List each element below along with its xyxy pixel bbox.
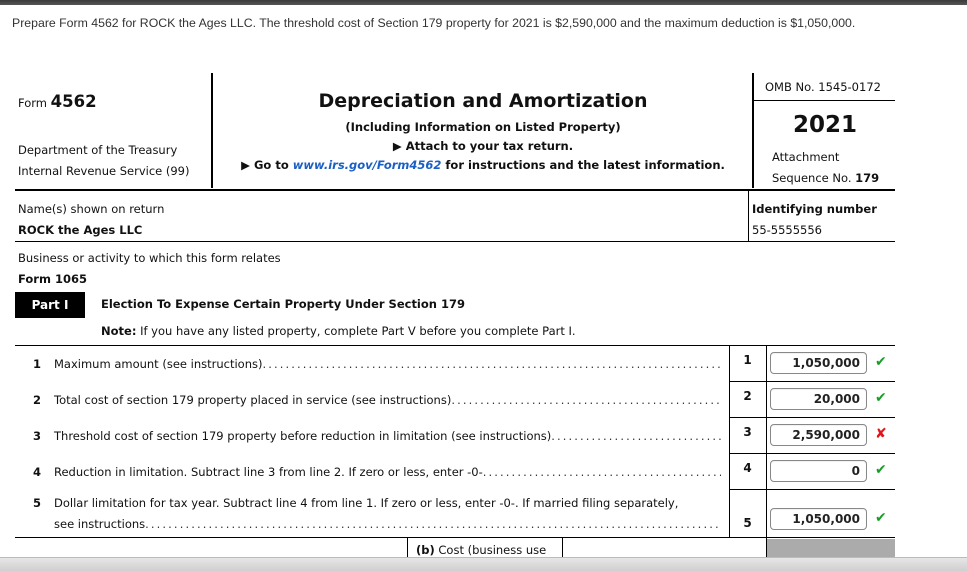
goto-suffix: for instructions and the latest informat… (441, 158, 725, 172)
form-number: Form 4562 (18, 92, 97, 111)
window-bottom-bar (0, 557, 967, 571)
line-box-number: 5 (743, 516, 752, 530)
divider (729, 345, 730, 537)
sequence-label: Sequence No. (772, 171, 852, 185)
divider (562, 538, 563, 558)
name-block: Name(s) shown on return ROCK the Ages LL… (18, 199, 164, 241)
divider (748, 190, 749, 241)
goto-prefix: ▶ Go to (241, 158, 293, 172)
divider (15, 241, 895, 242)
line-1-input[interactable]: 1,050,000 (770, 352, 867, 374)
line-number: 1 (33, 357, 42, 371)
line-box-number: 4 (743, 461, 752, 475)
divider (730, 417, 895, 418)
leader-dots: ........................................… (262, 357, 721, 371)
line-text: Reduction in limitation. Subtract line 3… (54, 465, 483, 479)
goto-instruction: ▶ Go to www.irs.gov/Form4562 for instruc… (213, 158, 753, 172)
part-title: Election To Expense Certain Property Und… (101, 297, 465, 311)
id-block: Identifying number 55-5555556 (752, 199, 877, 241)
agency: Department of the Treasury Internal Reve… (18, 140, 189, 182)
line-box-number: 3 (743, 425, 752, 439)
name-value: ROCK the Ages LLC (18, 223, 143, 237)
line-number: 4 (33, 465, 42, 479)
checkmark-icon: ✔ (875, 390, 887, 406)
sequence-line: Sequence No. 179 (772, 168, 879, 189)
line-box-number: 1 (743, 353, 752, 367)
form-subtitle: (Including Information on Listed Propert… (345, 120, 621, 134)
business-label: Business or activity to which this form … (18, 251, 281, 265)
irs-link[interactable]: www.irs.gov/Form4562 (293, 158, 442, 172)
divider (730, 381, 895, 382)
leader-dots: ........................................… (145, 517, 721, 531)
omb-number: OMB No. 1545-0172 (765, 80, 881, 94)
form-prefix: Form (18, 96, 47, 110)
line-text: Dollar limitation for tax year. Subtract… (54, 496, 679, 510)
divider (753, 100, 895, 101)
line-number: 5 (33, 496, 42, 510)
line-number-spacer (33, 517, 54, 531)
leader-dots: ........................................… (551, 429, 721, 443)
line-number: 2 (33, 393, 42, 407)
note-label: Note: (101, 324, 137, 338)
line-box-number: 2 (743, 389, 752, 403)
form-number-value: 4562 (50, 92, 97, 111)
sequence-number: 179 (855, 171, 880, 185)
column-letter: (b) (416, 543, 435, 557)
line-3: 3 Threshold cost of section 179 property… (33, 429, 721, 443)
column-label: Cost (business use (434, 543, 547, 557)
line-2-input[interactable]: 20,000 (770, 388, 867, 410)
form-title-block: Depreciation and Amortization (Including… (213, 90, 753, 172)
line-5-continued: see instructions .......................… (33, 517, 721, 531)
dept-line: Department of the Treasury (18, 143, 178, 157)
line-number: 3 (33, 429, 42, 443)
business-value: Form 1065 (18, 272, 87, 286)
divider (15, 537, 895, 538)
part-note: Note: If you have any listed property, c… (101, 324, 576, 338)
leader-dots: ........................................… (482, 465, 721, 479)
window-top-bar (0, 0, 967, 5)
attachment-sequence: Attachment Sequence No. 179 (772, 147, 879, 189)
divider (730, 489, 895, 490)
tax-year: 2021 (793, 112, 858, 138)
divider (407, 538, 408, 558)
part-badge: Part I (15, 292, 85, 318)
irs-line: Internal Revenue Service (99) (18, 164, 190, 178)
id-value: 55-5555556 (752, 223, 822, 237)
line-text: Maximum amount (see instructions) (54, 357, 263, 371)
attach-instruction: ▶ Attach to your tax return. (392, 139, 574, 153)
business-block: Business or activity to which this form … (18, 248, 281, 290)
checkmark-icon: ✔ (875, 462, 887, 478)
checkmark-icon: ✔ (875, 354, 887, 370)
line-5-input[interactable]: 1,050,000 (770, 508, 867, 530)
divider (15, 345, 895, 346)
instruction-prompt: Prepare Form 4562 for ROCK the Ages LLC.… (12, 16, 856, 30)
line-text: Threshold cost of section 179 property b… (54, 429, 552, 443)
note-text: If you have any listed property, complet… (136, 324, 576, 338)
line-2: 2 Total cost of section 179 property pla… (33, 393, 721, 407)
line-text: Total cost of section 179 property place… (54, 393, 452, 407)
column-b-header: (b) Cost (business use (416, 543, 546, 557)
line-4: 4 Reduction in limitation. Subtract line… (33, 465, 721, 479)
checkmark-icon: ✔ (875, 510, 887, 526)
line-text: see instructions (54, 517, 146, 531)
leader-dots: ........................................… (451, 393, 721, 407)
attachment-label: Attachment (772, 150, 840, 164)
line-3-input[interactable]: 2,590,000 (770, 424, 867, 446)
line-1: 1 Maximum amount (see instructions) ....… (33, 357, 721, 371)
divider (15, 189, 895, 191)
line-4-input[interactable]: 0 (770, 460, 867, 482)
cross-icon: ✘ (875, 426, 887, 442)
name-label: Name(s) shown on return (18, 202, 165, 216)
id-label: Identifying number (752, 202, 877, 216)
divider (730, 453, 895, 454)
form-title: Depreciation and Amortization (318, 90, 648, 112)
line-5: 5 Dollar limitation for tax year. Subtra… (33, 496, 721, 510)
